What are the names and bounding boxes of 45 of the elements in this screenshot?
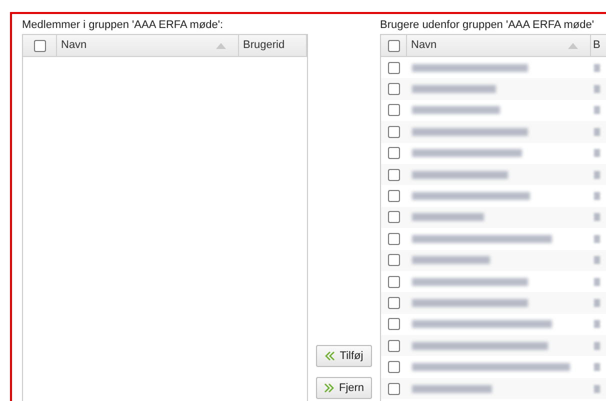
double-right-arrow-icon (324, 383, 334, 393)
checkbox[interactable] (388, 318, 400, 330)
blurred-id-drawing (594, 128, 600, 136)
panel-title: Brugere udenfor gruppen 'AAA ERFA møde' (380, 18, 595, 33)
column-header[interactable]: B (591, 35, 606, 56)
blurred-id-drawing (594, 85, 600, 94)
checkbox[interactable] (388, 83, 400, 96)
checkbox[interactable] (388, 361, 400, 374)
blurred-name-drawing (412, 213, 484, 222)
blurred-id-drawing (594, 170, 600, 179)
blurred-id-drawing (594, 320, 600, 328)
checkbox[interactable] (388, 40, 400, 52)
blurred-id-drawing (594, 149, 600, 158)
blurred-id-drawing (594, 342, 600, 350)
panel-title: Medlemmer i gruppen 'AAA ERFA møde': (22, 18, 224, 33)
double-left-arrow-icon (324, 351, 335, 361)
checkbox[interactable] (388, 254, 400, 266)
checkbox[interactable] (388, 104, 400, 116)
blurred-id-drawing (594, 384, 600, 393)
blurred-id-drawing (594, 278, 600, 286)
checkbox[interactable] (388, 276, 400, 288)
blurred-id-drawing (594, 256, 600, 264)
checkbox[interactable] (388, 382, 400, 395)
checkbox[interactable] (388, 62, 400, 74)
blurred-id-drawing (594, 298, 600, 307)
checkbox[interactable] (388, 190, 400, 202)
blurred-id-drawing (594, 213, 600, 222)
checkbox[interactable] (388, 296, 400, 309)
column-header[interactable]: Navn (407, 35, 591, 56)
column-header[interactable]: Navn (57, 35, 239, 56)
checkbox[interactable] (388, 168, 400, 181)
column-header[interactable]: Brugerid (239, 35, 307, 56)
add-button[interactable]: Tilføj (316, 345, 372, 367)
blurred-id-drawing (594, 64, 600, 72)
remove-button[interactable]: Fjern (316, 377, 372, 399)
checkbox[interactable] (388, 211, 400, 224)
checkbox[interactable] (388, 126, 400, 138)
blurred-id-drawing (594, 192, 600, 200)
checkbox[interactable] (388, 232, 400, 245)
checkbox[interactable] (388, 340, 400, 352)
blurred-id-drawing (594, 106, 600, 114)
blurred-id-drawing (594, 363, 600, 372)
blurred-id-drawing (594, 234, 600, 243)
checkbox[interactable] (388, 147, 400, 160)
checkbox[interactable] (34, 40, 46, 52)
